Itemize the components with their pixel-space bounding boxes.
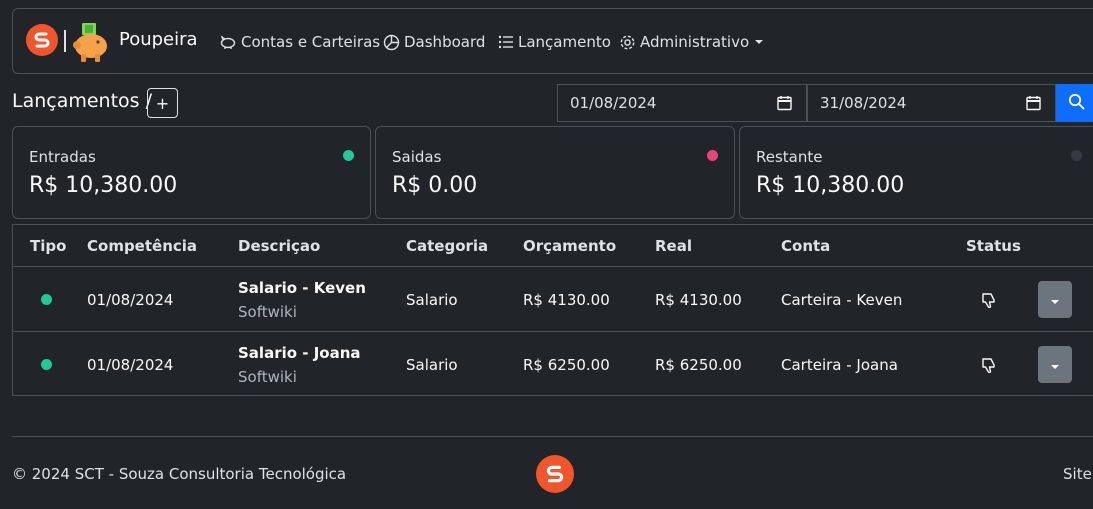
table-header[interactable]: Competência [87, 237, 197, 255]
descricao-cell: Salario - Keven [238, 279, 366, 297]
sct-logo-icon[interactable] [536, 455, 574, 493]
tipo-dot [41, 359, 52, 370]
card-value: R$ 10,380.00 [756, 173, 905, 198]
status-dot [707, 150, 718, 161]
orcamento-cell: R$ 6250.00 [523, 356, 610, 374]
categoria-cell: Salario [406, 291, 458, 309]
descricao-cell: Salario - Joana [238, 344, 361, 362]
card-value: R$ 0.00 [392, 173, 478, 198]
table-header[interactable]: Real [655, 237, 692, 255]
card-label: Saidas [392, 148, 442, 166]
nav-label: Administrativo [640, 33, 750, 51]
lancamentos-table: Tipo Competência Descriçao Categoria Orç… [12, 224, 1093, 396]
competencia-cell: 01/08/2024 [87, 291, 174, 309]
calendar-icon[interactable] [777, 95, 792, 115]
nav-label: Contas e Carteiras [241, 33, 381, 51]
piggy-bank-icon [219, 34, 237, 50]
table-header[interactable]: Orçamento [523, 237, 616, 255]
subdescricao-cell: Softwiki [238, 368, 297, 386]
table-header[interactable]: Categoria [406, 237, 488, 255]
chevron-down-icon [753, 37, 765, 47]
card-label: Entradas [29, 148, 96, 166]
date-start-value: 01/08/2024 [570, 94, 657, 112]
status-dot [1071, 150, 1082, 161]
real-cell: R$ 6250.00 [655, 356, 742, 374]
nav-contas-carteiras[interactable]: Contas e Carteiras [219, 33, 380, 51]
brand-separator [64, 30, 66, 52]
list-icon [498, 35, 514, 49]
table-row[interactable]: 01/08/2024 Salario - Keven Softwiki Sala… [13, 266, 1093, 332]
search-icon [1068, 93, 1085, 114]
date-end-value: 31/08/2024 [820, 94, 907, 112]
card-value: R$ 10,380.00 [29, 173, 178, 198]
footer-copyright: © 2024 SCT - Souza Consultoria Tecnológi… [12, 465, 347, 483]
thumbs-down-icon[interactable] [981, 357, 996, 378]
tipo-dot [41, 294, 52, 305]
gear-icon [619, 34, 636, 51]
navbar: Poupeira Contas e Carteiras Dashboard La… [12, 8, 1093, 74]
nav-administrativo[interactable]: Administrativo [619, 33, 765, 51]
row-actions-dropdown-button[interactable] [1038, 346, 1072, 383]
orcamento-cell: R$ 4130.00 [523, 291, 610, 309]
nav-lancamento[interactable]: Lançamento [498, 33, 611, 51]
brand-name[interactable]: Poupeira [119, 29, 198, 50]
conta-cell: Carteira - Keven [781, 291, 903, 309]
summary-card-saidas: Saidas R$ 0.00 [375, 126, 735, 219]
sct-logo-icon[interactable] [26, 24, 58, 56]
calendar-icon[interactable] [1026, 95, 1041, 115]
status-dot [343, 150, 354, 161]
table-header[interactable]: Conta [781, 237, 830, 255]
search-button[interactable] [1056, 84, 1093, 122]
subdescricao-cell: Softwiki [238, 303, 297, 321]
real-cell: R$ 4130.00 [655, 291, 742, 309]
nav-label: Lançamento [518, 33, 611, 51]
footer-divider [12, 436, 1093, 437]
piggy-logo-icon [71, 22, 111, 68]
date-end-input[interactable]: 31/08/2024 [807, 84, 1056, 122]
summary-card-entradas: Entradas R$ 10,380.00 [12, 126, 371, 219]
caret-down-icon [1050, 356, 1060, 374]
thumbs-down-icon[interactable] [981, 292, 996, 313]
table-row[interactable]: 01/08/2024 Salario - Joana Softwiki Sala… [13, 331, 1093, 397]
caret-down-icon [1050, 291, 1060, 309]
table-header[interactable]: Descriçao [238, 237, 320, 255]
pie-chart-icon [383, 34, 400, 51]
row-actions-dropdown-button[interactable] [1038, 281, 1072, 318]
conta-cell: Carteira - Joana [781, 356, 898, 374]
competencia-cell: 01/08/2024 [87, 356, 174, 374]
nav-label: Dashboard [404, 33, 486, 51]
categoria-cell: Salario [406, 356, 458, 374]
page-title: Lançamentos / [12, 90, 153, 112]
table-header[interactable]: Status [966, 237, 1021, 255]
footer-site-link[interactable]: Site [1063, 465, 1092, 483]
card-label: Restante [756, 148, 823, 166]
date-start-input[interactable]: 01/08/2024 [557, 84, 807, 122]
summary-card-restante: Restante R$ 10,380.00 [739, 126, 1093, 219]
add-lancamento-button[interactable]: + [147, 88, 178, 118]
table-header[interactable]: Tipo [30, 237, 66, 255]
nav-dashboard[interactable]: Dashboard [383, 33, 485, 51]
